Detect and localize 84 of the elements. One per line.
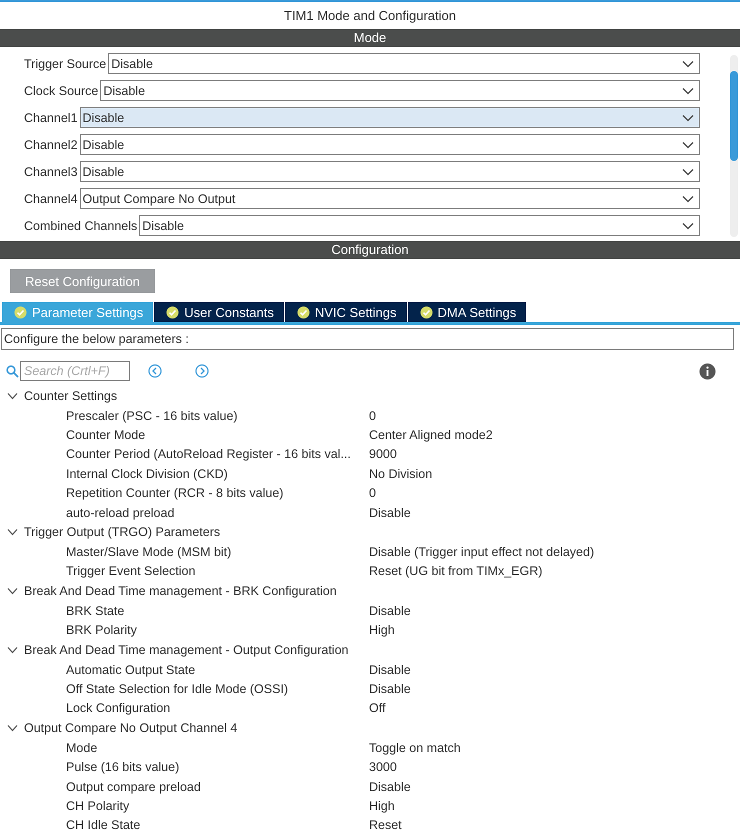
parameter-value[interactable]: Disable	[369, 682, 411, 696]
field-label: Channel4	[24, 192, 78, 206]
parameter-name: Mode	[65, 740, 98, 755]
dropdown[interactable]: Disable	[80, 134, 700, 155]
field-label: Trigger Source	[24, 56, 106, 70]
parameter-value[interactable]: No Division	[369, 466, 432, 481]
parameter-value[interactable]: 9000	[369, 447, 397, 462]
chevron-icon	[7, 646, 18, 654]
parameter-value[interactable]: Off	[369, 701, 386, 716]
search-field[interactable]: Search (Crtl+F)	[20, 361, 130, 381]
chevron-icon	[7, 587, 18, 596]
dropdown[interactable]: Disable	[80, 161, 700, 182]
dropdown[interactable]: Disable	[80, 107, 700, 128]
parameter-name: BRK State	[65, 604, 126, 618]
field-label: Combined Channels	[24, 218, 138, 232]
section-header: Mode	[0, 29, 740, 47]
parameter-name: CH Polarity	[65, 798, 130, 813]
previous-icon[interactable]	[148, 364, 162, 378]
chevron-down-icon	[682, 140, 694, 148]
tree-group[interactable]: Break And Dead Time management - BRK Configuration	[0, 581, 740, 602]
parameter-value[interactable]: High	[369, 798, 395, 813]
tab[interactable]: User Constants	[154, 302, 284, 322]
field-label: Channel2	[24, 138, 78, 152]
parameter-value[interactable]: 0	[369, 486, 376, 500]
parameter-name: Automatic Output State	[65, 662, 196, 677]
chevron-down-icon	[682, 168, 694, 176]
scrollbar[interactable]	[730, 55, 738, 237]
parameter-name: auto-reload preload	[65, 506, 176, 520]
parameter-value[interactable]: Disable	[369, 780, 411, 794]
chevron-down-icon	[682, 114, 694, 122]
parameter-value[interactable]: Disable (Trigger input effect not delayed)	[369, 545, 594, 560]
dropdown[interactable]: Disable	[139, 215, 700, 236]
chevron-down-icon	[682, 222, 694, 230]
parameter-value[interactable]: Disable	[369, 506, 411, 520]
parameter-name: Off State Selection for Idle Mode (OSSI)	[65, 682, 290, 696]
tree-group[interactable]: Trigger Output (TRGO) Parameters	[0, 522, 740, 542]
parameter-name: CH Idle State	[65, 818, 142, 832]
tree-group[interactable]: Break And Dead Time management - Output Configuration	[0, 640, 740, 660]
parameter-name: Trigger Event Selection	[65, 564, 196, 578]
parameter-name: Pulse (16 bits value)	[65, 760, 180, 774]
parameter-value[interactable]: Disable	[369, 662, 411, 677]
parameter-name: Repetition Counter (RCR - 8 bits value)	[65, 486, 284, 500]
section-header: Configuration	[0, 241, 740, 259]
parameter-value[interactable]: High	[369, 623, 395, 638]
chevron-down-icon	[682, 86, 694, 94]
description-field: Configure the below parameters :	[1, 328, 734, 350]
check-circle-icon	[14, 306, 27, 318]
chevron-down-icon	[682, 60, 694, 68]
parameter-value[interactable]: Disable	[369, 604, 411, 618]
parameter-name: BRK Polarity	[65, 623, 138, 638]
chevron-icon	[7, 392, 18, 400]
check-circle-icon	[166, 306, 180, 318]
field-label: Channel1	[24, 110, 78, 124]
window-title: TIM1 Mode and Configuration	[283, 7, 457, 25]
tab[interactable]: DMA Settings	[408, 302, 526, 322]
parameter-value[interactable]: Reset	[369, 818, 402, 832]
parameter-value[interactable]: 3000	[369, 760, 397, 774]
parameter-value[interactable]: Reset (UG bit from TIMx_EGR)	[369, 564, 542, 578]
dropdown[interactable]: Disable	[108, 53, 700, 74]
check-circle-icon	[296, 306, 310, 318]
next-icon[interactable]	[195, 364, 209, 378]
search-icon	[6, 364, 19, 378]
check-circle-icon	[420, 306, 433, 318]
parameter-value[interactable]: Toggle on match	[369, 740, 461, 755]
parameter-name: Output compare preload	[65, 780, 202, 794]
parameter-name: Counter Period (AutoReload Register - 16 bits val...	[65, 447, 352, 462]
parameter-name: Internal Clock Division (CKD)	[65, 466, 229, 481]
parameter-value[interactable]: 0	[369, 408, 376, 423]
chevron-icon	[7, 528, 18, 536]
parameter-name: Prescaler (PSC - 16 bits value)	[65, 408, 239, 423]
tab[interactable]: NVIC Settings	[284, 302, 407, 322]
parameter-name: Counter Mode	[65, 428, 146, 442]
parameter-name: Lock Configuration	[65, 701, 172, 716]
chevron-down-icon	[682, 194, 694, 202]
field-label: Channel3	[24, 164, 78, 178]
parameter-value[interactable]: Center Aligned mode2	[369, 428, 493, 442]
parameter-name: Master/Slave Mode (MSM bit)	[65, 545, 232, 560]
tree-group[interactable]: Output Compare No Output Channel 4	[0, 718, 740, 738]
dropdown[interactable]: Disable	[100, 80, 700, 101]
tree-group[interactable]: Counter Settings	[0, 386, 740, 406]
dropdown[interactable]: Output Compare No Output	[80, 188, 700, 209]
chevron-icon	[7, 724, 18, 732]
field-label: Clock Source	[24, 84, 98, 98]
info-icon[interactable]	[699, 362, 716, 380]
